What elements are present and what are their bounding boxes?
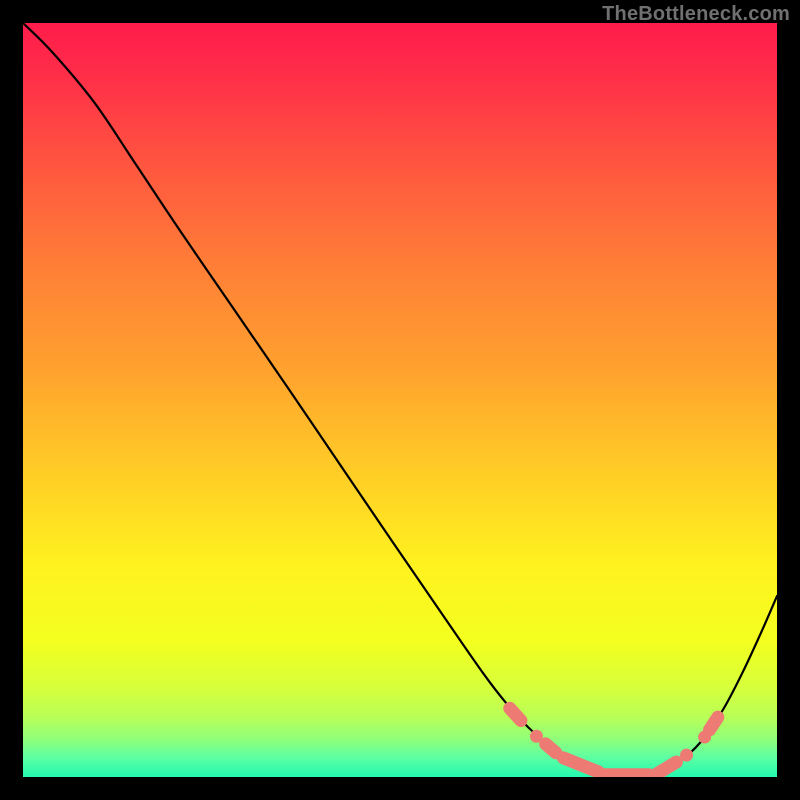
data-point-dot (680, 749, 693, 762)
plot-area (23, 23, 777, 777)
data-point-pill (710, 717, 718, 730)
data-point-pill (546, 744, 556, 753)
data-point-pill (510, 708, 521, 720)
gradient-background (23, 23, 777, 777)
bottleneck-chart (23, 23, 777, 777)
watermark-text: TheBottleneck.com (602, 3, 790, 26)
chart-frame: TheBottleneck.com (0, 0, 800, 800)
